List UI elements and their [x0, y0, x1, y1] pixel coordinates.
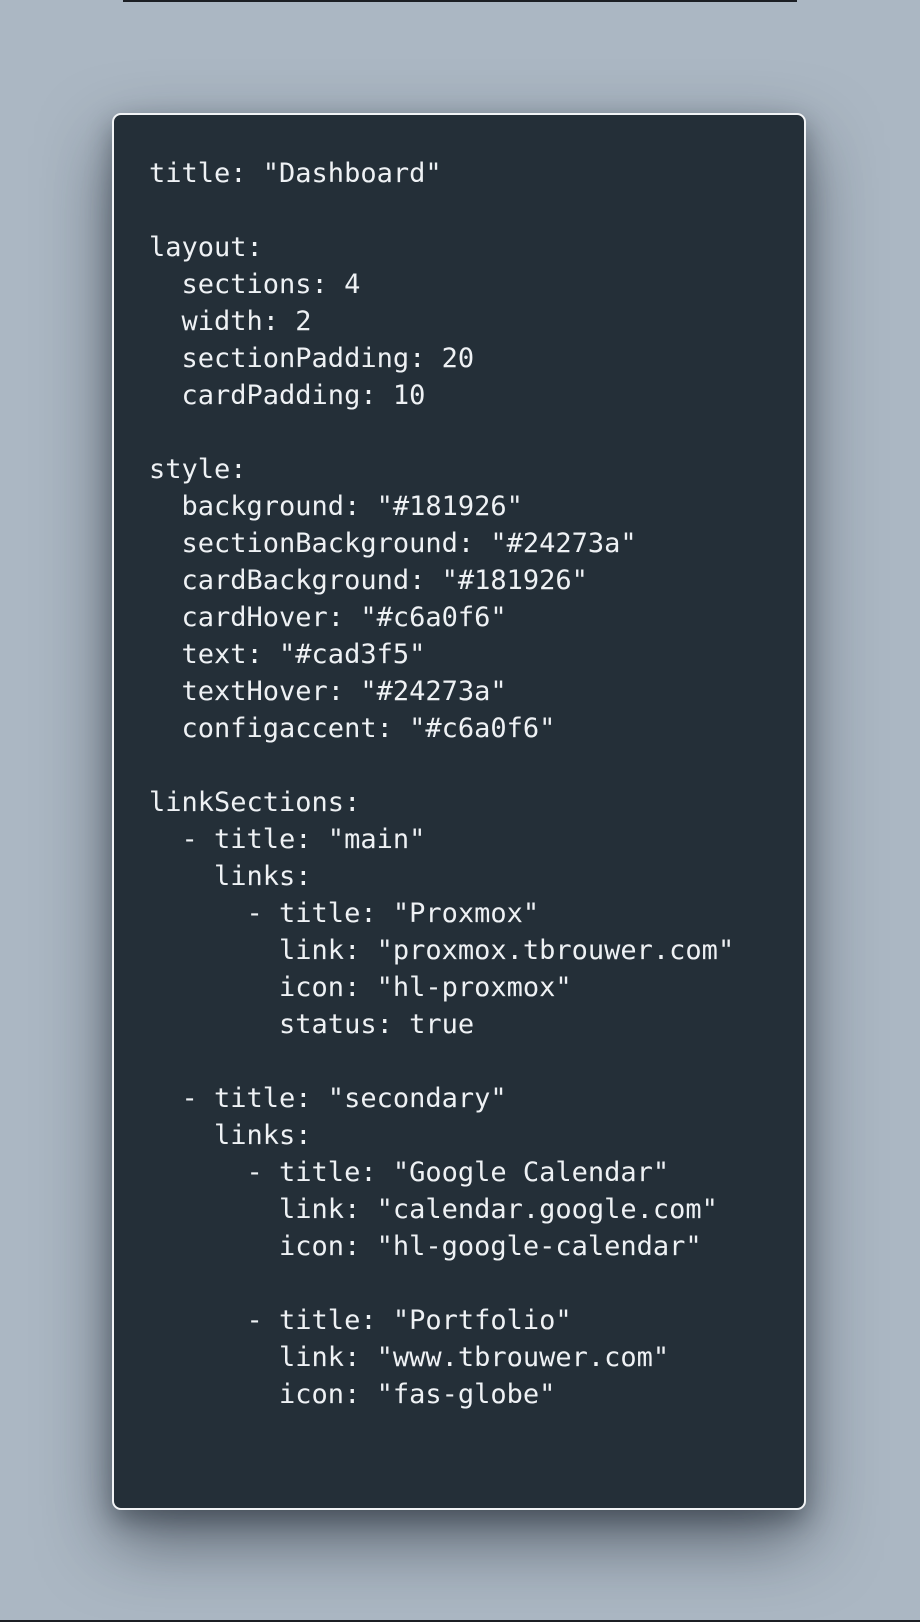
code-line: background: "#181926": [149, 491, 523, 522]
code-line: sections: 4: [149, 269, 361, 300]
code-line: sectionBackground: "#24273a": [149, 528, 637, 559]
code-line: link: "calendar.google.com": [149, 1194, 718, 1225]
code-line: - title: "main": [149, 824, 426, 855]
code-line: link: "proxmox.tbrouwer.com": [149, 935, 735, 966]
code-line: layout:: [149, 232, 263, 263]
code-line: cardPadding: 10: [149, 380, 426, 411]
code-line: title: "Dashboard": [149, 158, 442, 189]
code-line: - title: "Google Calendar": [149, 1157, 670, 1188]
code-line: - title: "Proxmox": [149, 898, 540, 929]
code-line: linkSections:: [149, 787, 361, 818]
code-line: icon: "hl-proxmox": [149, 972, 572, 1003]
code-line: style:: [149, 454, 247, 485]
code-line: - title: "secondary": [149, 1083, 507, 1114]
top-divider: [123, 0, 797, 2]
code-line: links:: [149, 1120, 312, 1151]
code-block: title: "Dashboard" layout: sections: 4 w…: [149, 155, 804, 1413]
code-line: - title: "Portfolio": [149, 1305, 572, 1336]
code-line: links:: [149, 861, 312, 892]
code-line: textHover: "#24273a": [149, 676, 507, 707]
code-line: configaccent: "#c6a0f6": [149, 713, 556, 744]
code-line: sectionPadding: 20: [149, 343, 475, 374]
code-line: width: 2: [149, 306, 312, 337]
code-line: cardHover: "#c6a0f6": [149, 602, 507, 633]
code-line: status: true: [149, 1009, 475, 1040]
code-line: link: "www.tbrouwer.com": [149, 1342, 670, 1373]
code-line: icon: "fas-globe": [149, 1379, 556, 1410]
code-line: cardBackground: "#181926": [149, 565, 588, 596]
code-line: text: "#cad3f5": [149, 639, 426, 670]
code-line: icon: "hl-google-calendar": [149, 1231, 702, 1262]
code-window: title: "Dashboard" layout: sections: 4 w…: [112, 113, 806, 1510]
